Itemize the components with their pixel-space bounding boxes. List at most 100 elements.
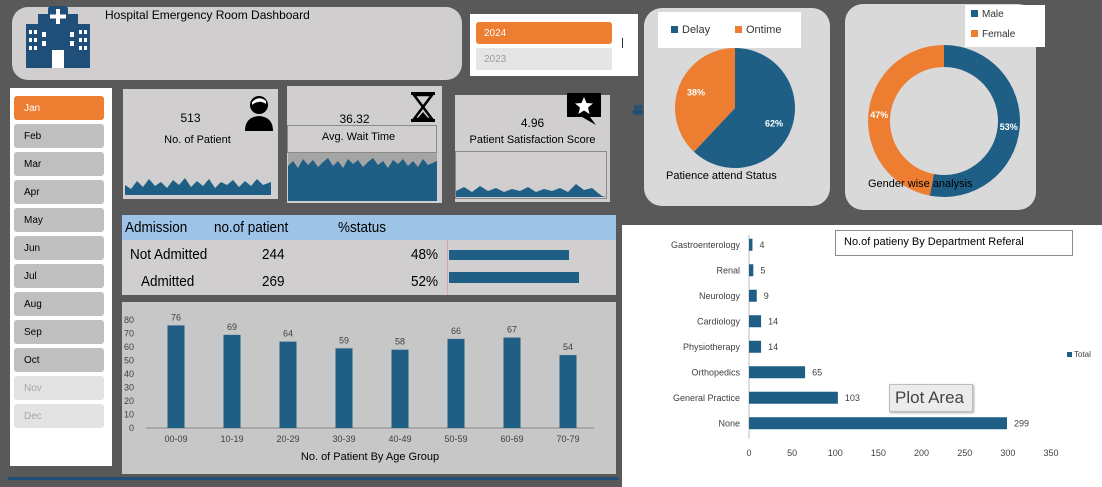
age-bar-value: 59: [339, 335, 349, 345]
month-sep-button[interactable]: Sep: [14, 320, 104, 344]
month-slicer: Jan Feb Mar Apr May Jun Jul Aug Sep Oct Nov Dec: [10, 88, 112, 466]
dept-bar: [749, 417, 1007, 430]
month-feb-button[interactable]: Feb: [14, 124, 104, 148]
month-jan-button[interactable]: Jan: [14, 96, 104, 120]
age-bar-value: 67: [507, 325, 517, 335]
month-jun-button[interactable]: Jun: [14, 236, 104, 260]
legend-delay: Delay: [671, 24, 710, 36]
age-bar-value: 64: [283, 329, 293, 339]
age-bar: [559, 355, 577, 428]
admission-header-count: no.of patient: [214, 219, 289, 236]
y-tick-label: None: [718, 418, 740, 428]
legend-total-label: Total: [1074, 350, 1091, 359]
month-oct-button[interactable]: Oct: [14, 348, 104, 372]
age-bar: [223, 334, 241, 428]
age-bar-value: 66: [451, 326, 461, 336]
patients-sparkline: [125, 178, 271, 195]
gender-donut-legend: Male Female: [965, 5, 1045, 47]
month-nov-button[interactable]: Nov: [14, 376, 104, 400]
star-speech-icon: [567, 93, 601, 125]
dept-bar-value: 9: [764, 291, 769, 301]
month-mar-button[interactable]: Mar: [14, 152, 104, 176]
y-tick-label: Orthopedics: [691, 367, 740, 377]
age-bar-value: 69: [227, 322, 237, 332]
x-tick-label: 0: [746, 448, 751, 458]
admission-row-count: 244: [262, 246, 285, 263]
age-bar: [279, 341, 297, 428]
month-dec-button[interactable]: Dec: [14, 404, 104, 428]
x-tick-label: 20-29: [276, 434, 299, 444]
status-pie-legend: Delay Ontime: [658, 12, 801, 48]
dept-bar-value: 14: [768, 342, 778, 352]
legend-female-label: Female: [982, 29, 1016, 40]
x-tick-label: 40-49: [388, 434, 411, 444]
y-tick-label: 60: [124, 342, 134, 352]
x-tick-label: 10-19: [220, 434, 243, 444]
dept-bar: [749, 366, 806, 379]
age-bar: [335, 348, 353, 428]
kpi-satisfaction-card: 4.96 Patient Satisfaction Score: [455, 93, 610, 202]
admission-header-label: Admission: [125, 219, 188, 236]
department-chart-svg: 0 50 100 150 200 250 300 350 Gastroenterology 4 Re…: [671, 235, 1091, 458]
admission-row-count: 269: [262, 273, 285, 290]
year-2024-button[interactable]: 2024: [476, 22, 612, 44]
dashboard-title: Hospital Emergency Room Dashboard: [105, 8, 310, 22]
y-tick-label: Cardiology: [697, 316, 741, 326]
x-tick-label: 30-39: [332, 434, 355, 444]
department-chart: 0 50 100 150 200 250 300 350 Gastroenterology 4 Re…: [622, 225, 1102, 487]
kpi-patients-label: No. of Patient: [164, 134, 231, 146]
x-tick-label: 70-79: [556, 434, 579, 444]
x-tick-label: 00-09: [164, 434, 187, 444]
age-bar: [447, 338, 465, 428]
dept-bar: [749, 315, 762, 328]
dept-bar: [749, 391, 838, 404]
x-tick-label: 200: [914, 448, 929, 458]
age-group-chart-svg: 0 10 20 30 40 50 60 70 80 76 00-09 69 10-19 64 20-29 59…: [124, 312, 594, 463]
hospital-icon: [22, 6, 94, 68]
legend-swatch-female: [971, 30, 978, 37]
kpi-wait-card: 36.32 Avg. Wait Time: [287, 86, 442, 203]
y-tick-label: 70: [124, 329, 134, 339]
month-may-button[interactable]: May: [14, 208, 104, 232]
x-tick-label: 100: [828, 448, 843, 458]
admission-row-pct: 52%: [411, 273, 439, 290]
age-group-chart: 0 10 20 30 40 50 60 70 80 76 00-09 69 10-19 64 20-29 59…: [122, 302, 616, 474]
dept-bar-value: 103: [845, 393, 860, 403]
legend-ontime-label: Ontime: [746, 24, 782, 36]
y-tick-label: Renal: [716, 265, 740, 275]
dept-bar-value: 5: [760, 265, 765, 275]
dept-bar-value: 4: [759, 240, 764, 250]
admission-bar-not-admitted: [449, 250, 569, 260]
month-jul-button[interactable]: Jul: [14, 264, 104, 288]
donut-label: 53%: [1000, 122, 1018, 132]
month-apr-button[interactable]: Apr: [14, 180, 104, 204]
y-tick-label: Physiotherapy: [683, 342, 741, 352]
admission-row-pct: 48%: [411, 246, 439, 263]
donut-slice-male: [929, 45, 1020, 197]
x-tick-label: 300: [1000, 448, 1015, 458]
month-aug-button[interactable]: Aug: [14, 292, 104, 316]
dept-bar: [749, 238, 753, 251]
legend-female: Female: [971, 29, 1015, 40]
admission-bar-admitted: [449, 272, 579, 283]
year-slicer: 2024 2023: [470, 14, 638, 76]
status-pie-caption: Patience attend Status: [666, 170, 777, 182]
pie-label: 38%: [687, 88, 705, 98]
donut-label: 47%: [870, 110, 888, 120]
year-2023-button[interactable]: 2023: [476, 48, 612, 70]
gender-donut-caption: Gender wise analysis: [868, 178, 973, 190]
dept-bar-value: 14: [768, 316, 778, 326]
y-tick-label: 50: [124, 356, 134, 366]
x-tick-label: 150: [871, 448, 886, 458]
dept-bar: [749, 289, 757, 302]
donut-slice-female: [868, 45, 944, 196]
x-tick-label: 60-69: [500, 434, 523, 444]
dept-bar: [749, 264, 754, 277]
people-icon: [633, 105, 643, 115]
dept-bar-value: 65: [812, 367, 822, 377]
plot-area-tooltip: Plot Area: [889, 384, 973, 412]
x-tick-label: 50-59: [444, 434, 467, 444]
kpi-satisfaction-label: Patient Satisfaction Score: [469, 134, 596, 146]
legend-swatch-male: [971, 10, 978, 17]
pie-label: 62%: [765, 118, 783, 128]
